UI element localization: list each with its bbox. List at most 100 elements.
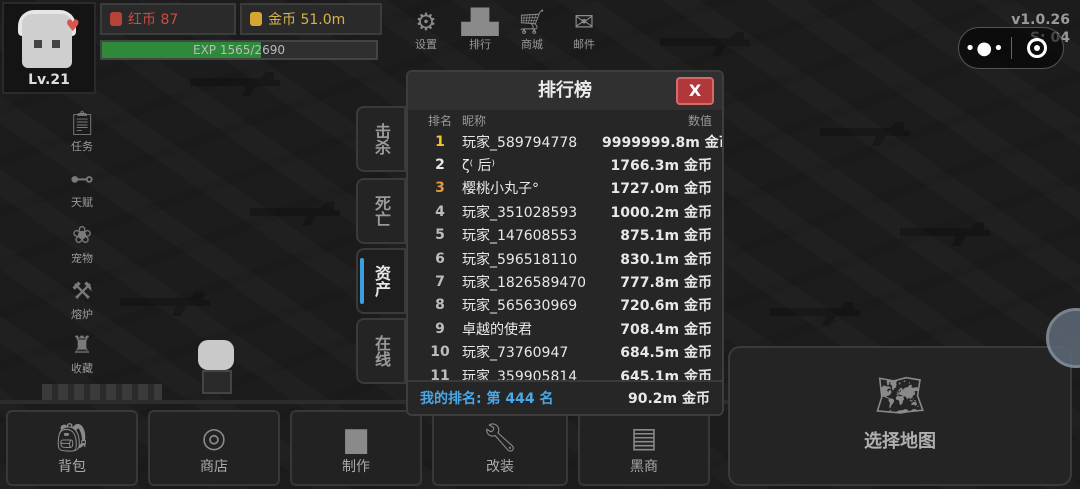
side-item-tasks[interactable]: 📋︎ 任务 xyxy=(56,108,108,154)
value-cell: 1000.2m 金币 xyxy=(610,204,713,221)
backpack-icon: 🎒︎ xyxy=(54,421,90,454)
name-cell: 玩家_147608553 xyxy=(462,228,578,245)
player-avatar[interactable]: ♥ Lv.21 xyxy=(2,2,96,94)
player-character xyxy=(194,340,242,396)
value-cell: 9999999.8m 金币 xyxy=(602,134,722,151)
value-cell: 1727.0m 金币 xyxy=(610,181,713,198)
value-cell: 645.1m 金币 xyxy=(620,368,712,380)
name-cell: 玩家_351028593 xyxy=(462,204,578,221)
value-cell: 777.8m 金币 xyxy=(620,275,712,292)
side-item-collection[interactable]: ♜ 收藏 xyxy=(56,330,108,376)
gun-silhouette-icon xyxy=(660,32,750,56)
bottom-btn-black-market[interactable]: ▤ 黑商 xyxy=(578,410,710,486)
table-row: 11 玩家_359905814 645.1m 金币 xyxy=(408,364,722,380)
player-level: Lv.21 xyxy=(28,72,70,88)
mini-program-capsule: •●• xyxy=(958,27,1064,69)
more-icon[interactable]: •●• xyxy=(959,38,1011,59)
rank-cell: 7 xyxy=(435,274,445,291)
tab-assets[interactable]: 资产 xyxy=(356,248,406,314)
tab-kills-label: 击杀 xyxy=(372,123,391,155)
name-cell: 玩家_589794778 xyxy=(462,134,578,151)
tab-assets-label: 资产 xyxy=(372,265,391,297)
ranking-button[interactable]: ▟▙ 排行 xyxy=(460,8,500,52)
ranking-label: 排行 xyxy=(469,38,491,51)
rank-cell: 4 xyxy=(435,203,445,220)
name-cell: 樱桃小丸子° xyxy=(462,181,539,198)
my-rank-bar: 我的排名: 第 444 名 90.2m 金币 xyxy=(408,380,722,414)
map-icon: 🗺︎ xyxy=(874,373,926,419)
wrench-icon: 🔧︎ xyxy=(482,421,518,454)
rank-cell: 11 xyxy=(430,367,450,380)
side-item-label: 收藏 xyxy=(71,362,93,375)
mail-button[interactable]: ✉ 邮件 xyxy=(564,8,604,52)
gun-silhouette-icon xyxy=(190,72,280,96)
my-rank-value: 90.2m 金币 xyxy=(627,391,710,407)
side-item-label: 任务 xyxy=(71,140,93,153)
tab-online[interactable]: 在线 xyxy=(356,318,406,384)
bottom-btn-backpack[interactable]: 🎒︎ 背包 xyxy=(6,410,138,486)
rank-cell: 3 xyxy=(435,180,445,197)
leaderboard-title: 排行榜 xyxy=(538,80,592,101)
bottom-btn-modify[interactable]: 🔧︎ 改装 xyxy=(432,410,568,486)
red-coin-icon xyxy=(110,12,122,26)
tab-kills[interactable]: 击杀 xyxy=(356,106,406,172)
select-map-button[interactable]: 🗺︎ 选择地图 xyxy=(728,346,1072,486)
table-row: 6 玩家_596518110 830.1m 金币 xyxy=(408,247,722,270)
side-item-furnace[interactable]: ⚒ 熔炉 xyxy=(56,276,108,322)
table-row: 9 卓越的使君 708.4m 金币 xyxy=(408,317,722,340)
value-cell: 830.1m 金币 xyxy=(620,251,712,268)
clipboard-icon: 📋︎ xyxy=(66,109,98,137)
rank-cell: 2 xyxy=(435,157,445,174)
anvil-icon: ▆ xyxy=(345,421,367,454)
table-row: 10 玩家_73760947 684.5m 金币 xyxy=(408,341,722,364)
my-rank-label: 我的排名: 第 444 名 xyxy=(420,391,554,407)
bottom-btn-label: 商店 xyxy=(200,459,228,475)
name-cell: 玩家_565630969 xyxy=(462,298,578,315)
hammer-icon: ⚒ xyxy=(71,277,93,305)
close-button[interactable]: X xyxy=(676,77,714,105)
exp-label: EXP 1565/2690 xyxy=(193,43,285,57)
heart-icon: ♥ xyxy=(65,16,80,35)
rank-cell: 9 xyxy=(435,320,445,337)
rank-cell: 10 xyxy=(430,344,450,361)
settings-label: 设置 xyxy=(415,38,437,51)
leaderboard-list[interactable]: 1 玩家_589794778 9999999.8m 金币 2 ζ⁽ 后⁾ 1766.3m … xyxy=(408,130,722,380)
table-row: 1 玩家_589794778 9999999.8m 金币 xyxy=(408,130,722,153)
value-cell: 720.6m 金币 xyxy=(620,298,712,315)
name-cell: 玩家_73760947 xyxy=(462,345,569,362)
table-row: 8 玩家_565630969 720.6m 金币 xyxy=(408,294,722,317)
red-coin-counter: 红币 87 xyxy=(100,3,236,35)
tab-deaths[interactable]: 死亡 xyxy=(356,178,406,244)
close-circle-icon[interactable] xyxy=(1011,38,1063,58)
side-item-label: 天赋 xyxy=(71,196,93,209)
rank-cell: 8 xyxy=(435,297,445,314)
name-cell: 玩家_359905814 xyxy=(462,368,578,380)
rank-cell: 1 xyxy=(435,133,445,150)
mail-label: 邮件 xyxy=(573,38,595,51)
bottom-btn-label: 改装 xyxy=(486,459,514,475)
dumbbell-icon: ⊷ xyxy=(70,165,94,193)
bottom-btn-label: 制作 xyxy=(342,459,370,475)
settings-button[interactable]: ⚙ 设置 xyxy=(406,8,446,52)
gear-icon: ⚙ xyxy=(415,8,437,36)
gun-silhouette-icon xyxy=(250,202,340,226)
side-item-pets[interactable]: ❀ 宠物 xyxy=(56,220,108,266)
value-cell: 1766.3m 金币 xyxy=(610,158,713,175)
leaderboard-panel: 排行榜 X 排名 昵称 数值 1 玩家_589794778 9999999.8m 金… xyxy=(406,70,724,416)
gun-silhouette-icon xyxy=(900,222,990,246)
shop-mall-button[interactable]: 🛒︎ 商城 xyxy=(512,8,552,52)
bottom-btn-shop[interactable]: ◎ 商店 xyxy=(148,410,280,486)
gold-coin-counter: 金币 51.0m xyxy=(240,3,382,35)
tab-online-label: 在线 xyxy=(372,335,391,367)
leaderboard-column-headers: 排名 昵称 数值 xyxy=(408,110,722,130)
version-label: v1.0.26 xyxy=(1011,12,1070,28)
rank-cell: 6 xyxy=(435,250,445,267)
table-row: 2 ζ⁽ 后⁾ 1766.3m 金币 xyxy=(408,153,722,176)
name-cell: 玩家_1826589470 xyxy=(462,275,587,292)
coins-icon: ◎ xyxy=(201,421,227,454)
col-rank: 排名 xyxy=(427,113,452,128)
bottom-btn-craft[interactable]: ▆ 制作 xyxy=(290,410,422,486)
side-item-talent[interactable]: ⊷ 天赋 xyxy=(56,164,108,210)
name-cell: 卓越的使君 xyxy=(462,321,532,338)
table-row: 5 玩家_147608553 875.1m 金币 xyxy=(408,224,722,247)
